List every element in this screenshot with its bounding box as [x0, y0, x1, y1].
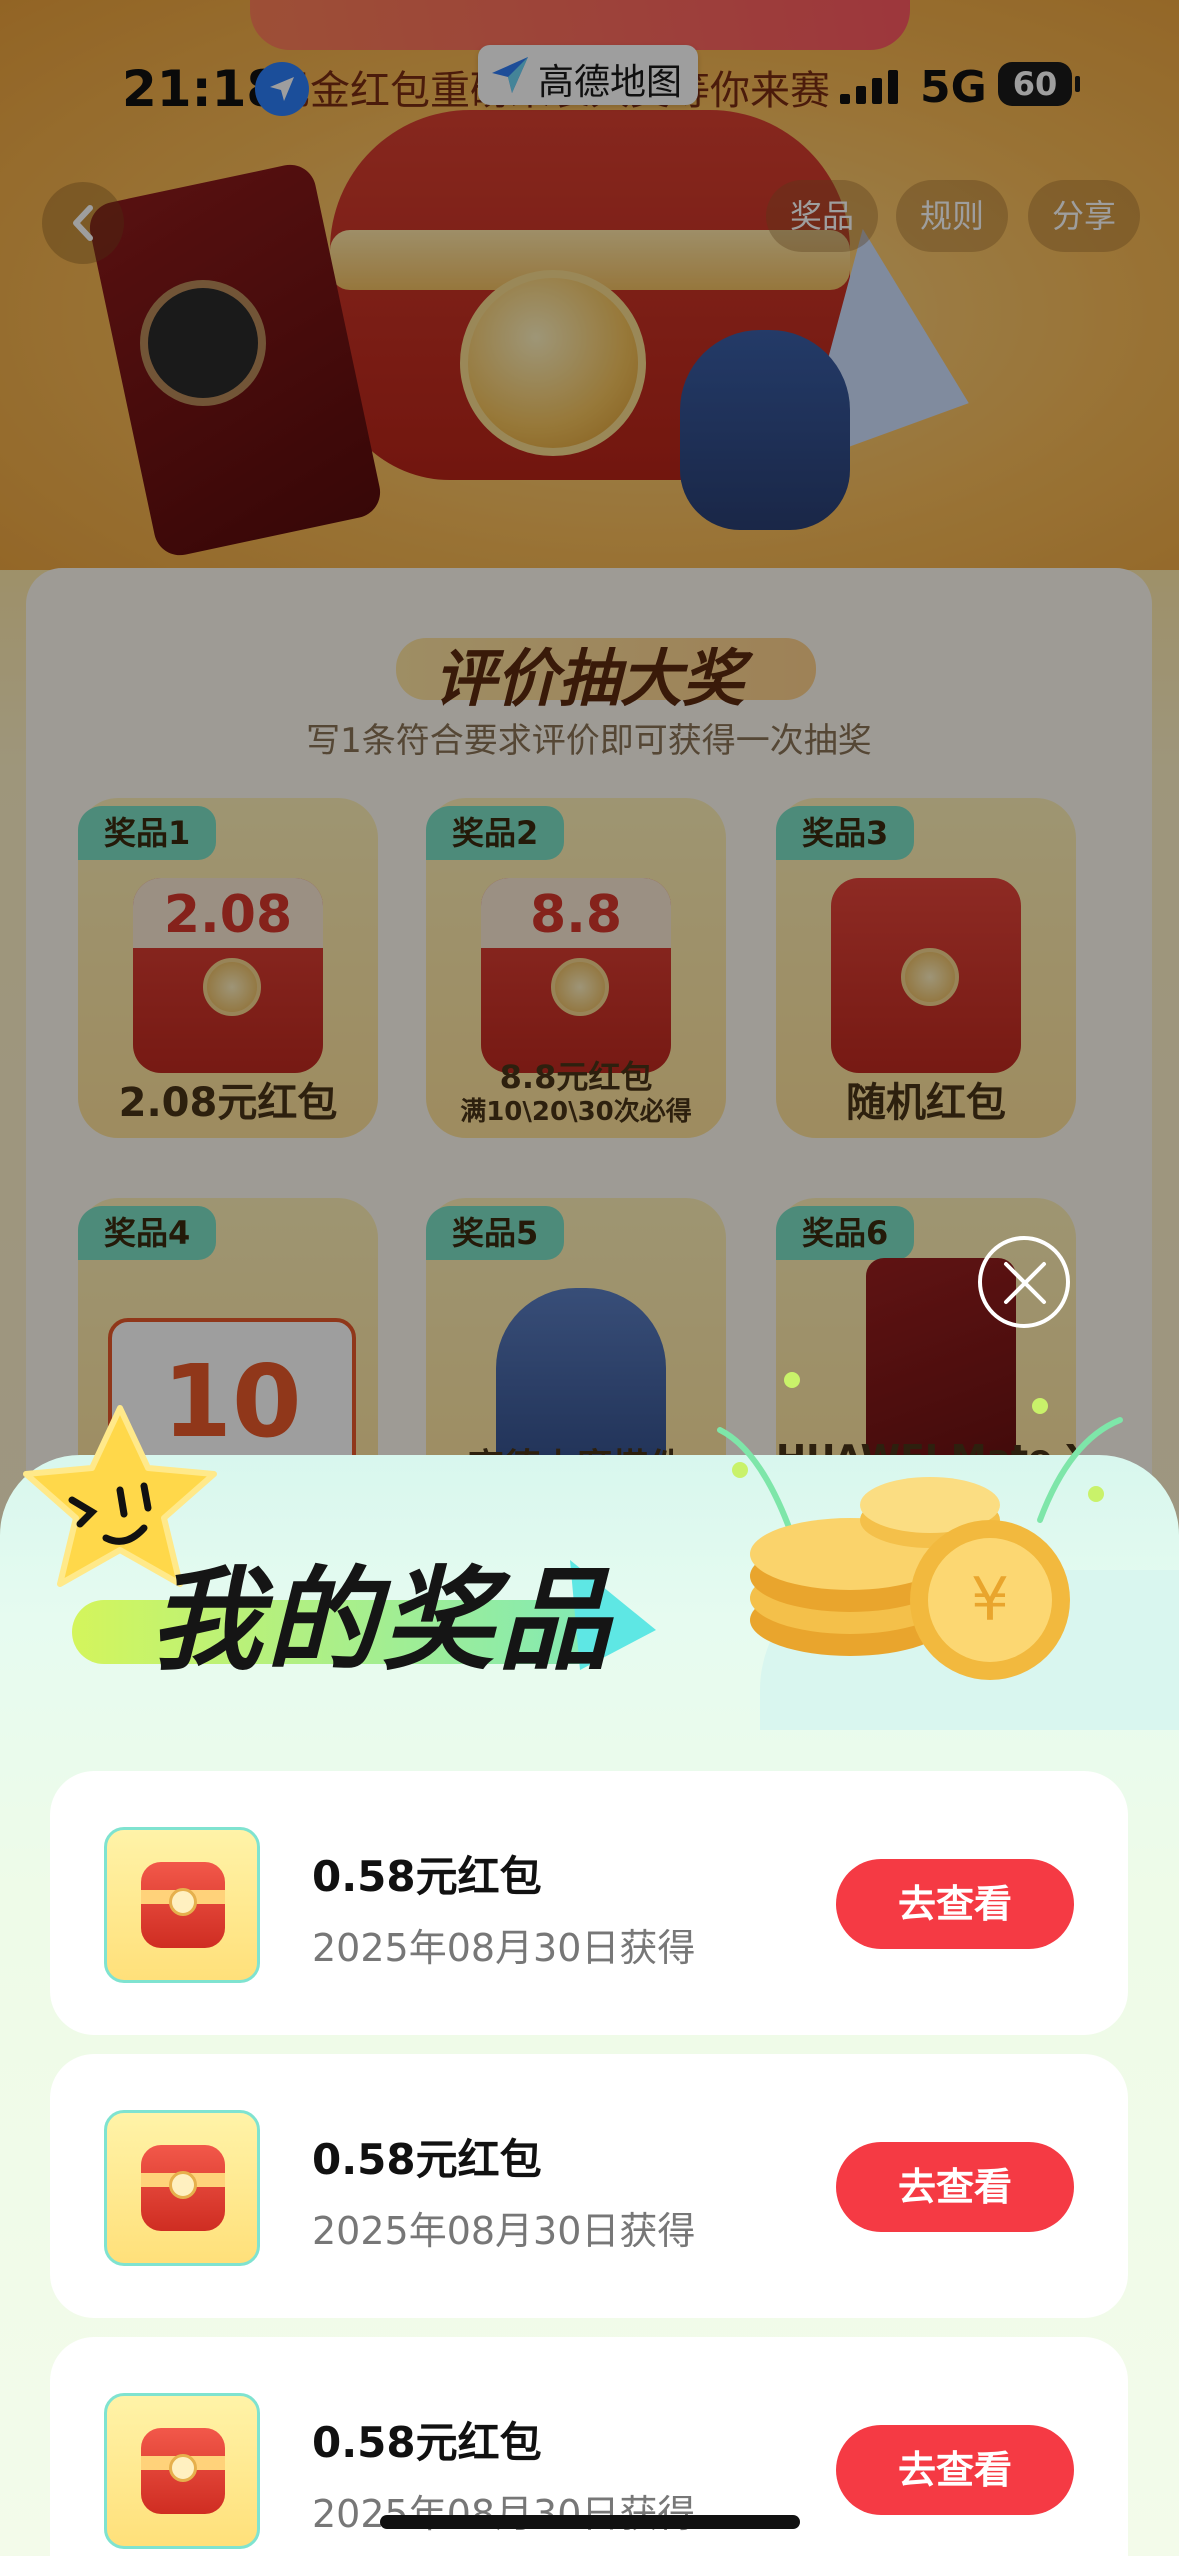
prize-list-item-1: 0.58元红包 2025年08月30日获得 去查看: [50, 1771, 1128, 2035]
close-icon: [1004, 1262, 1046, 1304]
sheet-title: 我的奖品: [150, 1556, 614, 1686]
prize-item-title: 0.58元红包: [312, 2135, 542, 2184]
svg-text:¥: ¥: [971, 1565, 1009, 1635]
home-indicator[interactable]: [380, 2515, 800, 2529]
prize-list-item-2: 0.58元红包 2025年08月30日获得 去查看: [50, 2054, 1128, 2318]
red-packet-thumbnail: [104, 2110, 260, 2266]
coin-icon: [169, 2454, 197, 2482]
prize-item-title: 0.58元红包: [312, 2418, 542, 2467]
gold-coins-icon: ¥: [717, 1372, 1123, 1680]
view-prize-button[interactable]: 去查看: [836, 2425, 1074, 2515]
close-button[interactable]: [978, 1236, 1070, 1328]
prize-item-date: 2025年08月30日获得: [312, 1926, 696, 1970]
coin-icon: [169, 1888, 197, 1916]
red-packet-thumbnail: [104, 1827, 260, 1983]
prize-item-date: 2025年08月30日获得: [312, 2492, 696, 2536]
prize-item-date: 2025年08月30日获得: [312, 2209, 696, 2253]
view-prize-button[interactable]: 去查看: [836, 1859, 1074, 1949]
red-packet-thumbnail: [104, 2393, 260, 2549]
view-prize-button[interactable]: 去查看: [836, 2142, 1074, 2232]
prize-item-title: 0.58元红包: [312, 1852, 542, 1901]
coin-icon: [169, 2171, 197, 2199]
